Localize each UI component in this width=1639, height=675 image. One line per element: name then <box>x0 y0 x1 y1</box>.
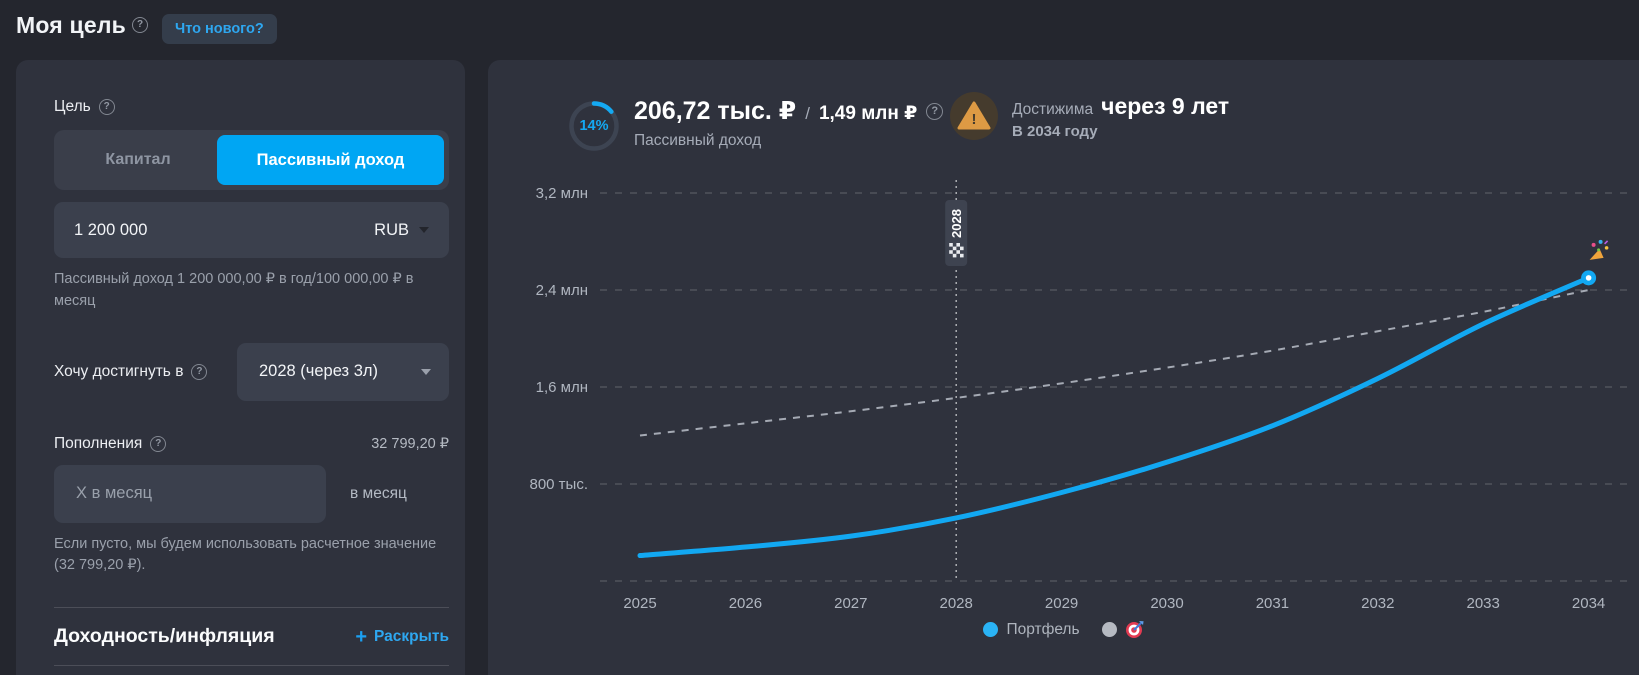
achievable-label: Достижима <box>1012 101 1094 118</box>
end-point-marker-core <box>1585 275 1592 281</box>
legend-item-goal[interactable] <box>1101 620 1144 639</box>
topup-label-wrap: Пополнения ? <box>54 434 167 453</box>
topup-input[interactable] <box>54 464 326 523</box>
progress-percent: 14% <box>579 118 609 134</box>
help-icon[interactable]: ? <box>926 102 944 120</box>
goal-label: Цель <box>54 98 91 115</box>
chevron-down-icon <box>421 368 431 375</box>
y-tick-label: 3,2 млн <box>536 185 588 202</box>
goal-settings-panel: Цель ? Капитал Пассивный доход RUB Пасси… <box>16 60 465 675</box>
goal-amount-input[interactable] <box>74 220 375 240</box>
goal-type-tabs: Капитал Пассивный доход <box>54 130 449 190</box>
checkered-flag-icon <box>956 243 960 247</box>
reach-year-row: Хочу достигнуть в ? 2028 (через 3л) <box>54 342 449 401</box>
target-income-value: 1,49 млн ₽ <box>818 103 918 124</box>
income-kpi-block: 206,72 тыс. ₽ / 1,49 млн ₽ ? в год Пасси… <box>634 96 987 150</box>
x-tick-label: 2031 <box>1256 595 1289 612</box>
help-icon[interactable]: ? <box>132 16 148 33</box>
x-tick-label: 2025 <box>623 595 656 612</box>
goal-line <box>639 289 1589 437</box>
topup-suffix: в месяц <box>350 484 407 502</box>
page-title-text: Моя цель <box>16 12 126 38</box>
plus-icon: + <box>355 625 368 648</box>
svg-text:!: ! <box>972 111 977 128</box>
chevron-down-icon <box>419 227 429 233</box>
separator: / <box>805 104 810 123</box>
income-kpi-subtitle: Пассивный доход <box>634 132 762 149</box>
forecast-chart-panel: 14% 206,72 тыс. ₽ / 1,49 млн ₽ ? в год П… <box>488 60 1639 675</box>
page-header: Моя цель? Что нового? <box>16 12 277 44</box>
topup-label: Пополнения <box>54 434 143 452</box>
x-tick-label: 2033 <box>1467 595 1500 612</box>
help-icon[interactable]: ? <box>98 99 115 115</box>
achievability-line: Достижима через 9 лет <box>1012 93 1229 120</box>
currency-code: RUB <box>374 220 409 239</box>
target-year-label: 2028 <box>949 209 964 238</box>
achievability-block: Достижима через 9 лет В 2034 году <box>1012 93 1229 140</box>
reach-year-value: 2028 (через 3л) <box>259 362 378 380</box>
expand-label: Раскрыть <box>374 627 449 645</box>
expand-returns-button[interactable]: + Раскрыть <box>355 627 449 647</box>
legend-item-portfolio[interactable]: Портфель <box>983 620 1080 639</box>
topup-input-row: в месяц <box>54 464 449 523</box>
topup-label-row: Пополнения ? 32 799,20 ₽ <box>54 435 449 453</box>
y-tick-label: 2,4 млн <box>536 282 588 299</box>
goal-amount-hint: Пассивный доход 1 200 000,00 ₽ в год/100… <box>54 271 414 309</box>
reach-label-row: Хочу достигнуть в ? <box>54 362 208 381</box>
confetti-icon <box>1589 239 1609 260</box>
checkered-flag-icon <box>949 243 953 247</box>
x-tick-label: 2030 <box>1150 595 1183 612</box>
reach-year-select[interactable]: 2028 (через 3л) <box>237 342 449 401</box>
tab-capital[interactable]: Капитал <box>59 135 217 185</box>
x-tick-label: 2034 <box>1572 595 1605 612</box>
goal-label-row: Цель ? <box>54 98 449 116</box>
chart-legend: Портфель <box>488 620 1639 639</box>
whats-new-button[interactable]: Что нового? <box>162 14 277 44</box>
chart-plot[interactable]: 3,2 млн 2,4 млн 1,6 млн 800 тыс. 2025 2026 202… <box>488 180 1639 625</box>
y-tick-label: 1,6 млн <box>536 379 588 396</box>
goal-progress-ring: 14% <box>568 100 620 152</box>
warning-icon: ! <box>957 101 991 130</box>
returns-section-title: Доходность/инфляция <box>54 625 275 647</box>
x-tick-label: 2028 <box>940 595 973 612</box>
currency-select[interactable]: RUB <box>374 221 429 240</box>
tab-passive-income[interactable]: Пассивный доход <box>217 135 444 185</box>
achievable-year: В 2034 году <box>1012 123 1098 140</box>
checkered-flag-icon <box>956 250 960 254</box>
help-icon[interactable]: ? <box>150 435 167 452</box>
achievable-value: через 9 лет <box>1101 93 1230 119</box>
income-kpi-line: 206,72 тыс. ₽ / 1,49 млн ₽ ? в год <box>634 96 987 126</box>
goal-amount-field: RUB <box>54 202 449 258</box>
divider <box>54 665 449 666</box>
page-title: Моя цель? <box>16 12 148 39</box>
current-income-value: 206,72 тыс. ₽ <box>634 97 797 125</box>
y-tick-label: 800 тыс. <box>529 476 588 493</box>
x-tick-label: 2029 <box>1045 595 1078 612</box>
checkered-flag-icon <box>960 253 964 258</box>
portfolio-dot-icon <box>983 622 999 637</box>
returns-section-row: Доходность/инфляция + Раскрыть <box>54 608 449 665</box>
goal-dot-icon <box>1101 622 1117 637</box>
checkered-flag-icon <box>960 246 964 251</box>
topup-calculated-value: 32 799,20 ₽ <box>371 435 449 452</box>
help-icon[interactable]: ? <box>191 363 208 380</box>
x-tick-label: 2032 <box>1361 595 1394 612</box>
checkered-flag-icon <box>952 246 957 251</box>
checkered-flag-icon <box>952 253 957 258</box>
reach-label: Хочу достигнуть в <box>54 362 184 380</box>
x-tick-label: 2026 <box>729 595 762 612</box>
target-year-flag: 2028 <box>945 200 968 266</box>
checkered-flag-icon <box>949 250 953 254</box>
topup-hint: Если пусто, мы будем использовать расчет… <box>54 535 437 574</box>
target-icon <box>1125 621 1144 638</box>
x-tick-label: 2027 <box>834 595 867 612</box>
legend-label-portfolio: Портфель <box>1006 620 1080 638</box>
warning-badge: ! <box>950 92 998 140</box>
